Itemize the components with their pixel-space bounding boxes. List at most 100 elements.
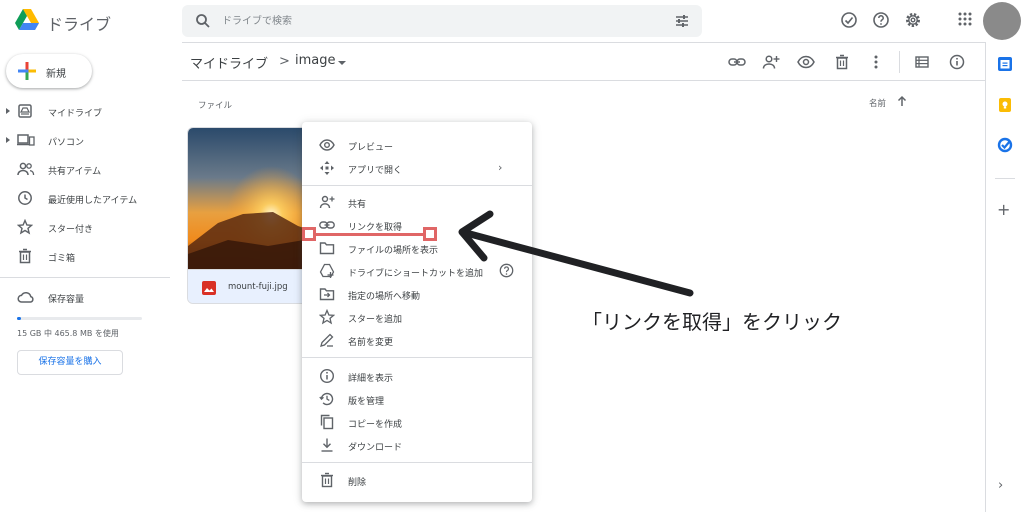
menu-item-add-shortcut[interactable]: ドライブにショートカットを追加 [302, 260, 532, 282]
shared-icon [17, 162, 35, 176]
menu-item-delete[interactable]: 削除 [302, 469, 532, 491]
sidebar-item-shared[interactable]: 共有アイテム [0, 159, 170, 179]
account-avatar[interactable] [983, 2, 1021, 40]
preview-icon[interactable] [797, 54, 815, 70]
offline-check-icon[interactable] [840, 11, 858, 29]
trash-icon [19, 248, 31, 264]
move-icon [319, 288, 335, 301]
buy-storage-button[interactable]: 保存容量を購入 [17, 350, 123, 375]
menu-item-label: ダウンロード [348, 443, 403, 453]
list-view-icon[interactable] [914, 54, 930, 70]
menu-item-preview[interactable]: プレビュー [302, 134, 532, 156]
sidebar-item-recent[interactable]: 最近使用したアイテム [0, 188, 170, 208]
breadcrumb-separator: > [279, 54, 290, 69]
menu-item-download[interactable]: ダウンロード [302, 434, 532, 456]
header-divider [182, 42, 985, 43]
menu-item-details[interactable]: 詳細を表示 [302, 365, 532, 387]
new-button-label: 新規 [46, 69, 66, 80]
share-icon[interactable] [762, 54, 780, 70]
open-with-icon [320, 161, 334, 175]
menu-item-label: 指定の場所へ移動 [348, 292, 421, 302]
apps-grid-icon[interactable] [957, 11, 973, 27]
chevron-down-icon[interactable] [338, 61, 346, 65]
add-shortcut-icon [319, 263, 335, 278]
menu-divider [302, 462, 532, 463]
help-icon[interactable] [499, 263, 514, 278]
info-icon[interactable] [948, 54, 966, 70]
menu-item-label: リンクを取得 [348, 223, 403, 233]
app-title: ドライブ [47, 15, 112, 34]
cloud-icon [17, 291, 34, 303]
sidebar-item-label: ゴミ箱 [48, 254, 76, 264]
menu-item-label: ドライブにショートカットを追加 [348, 269, 484, 279]
star-icon [319, 309, 335, 325]
highlight-underline [309, 233, 431, 236]
menu-item-label: 共有 [348, 200, 367, 210]
storage-progress-bar [17, 317, 142, 320]
menu-item-move[interactable]: 指定の場所へ移動 [302, 283, 532, 305]
search-icon[interactable] [195, 13, 211, 29]
sidebar-item-starred[interactable]: スター付き [0, 217, 170, 237]
plus-icon [18, 62, 36, 80]
sidebar-item-my-drive[interactable]: マイドライブ [0, 101, 170, 121]
expand-arrow-icon[interactable] [6, 108, 10, 114]
menu-item-label: アプリで開く [348, 166, 403, 176]
sidebar-item-label: スター付き [48, 225, 94, 235]
toolbar-divider [182, 80, 985, 81]
add-addon-icon[interactable]: + [997, 200, 1010, 219]
search-bar[interactable] [182, 5, 702, 37]
breadcrumb-root[interactable]: マイドライブ [190, 53, 268, 72]
image-file-icon [202, 281, 216, 295]
menu-item-share[interactable]: 共有 [302, 191, 532, 213]
search-input[interactable] [222, 5, 622, 37]
menu-item-rename[interactable]: 名前を変更 [302, 329, 532, 351]
star-icon [17, 219, 33, 235]
toolbar-separator [899, 51, 900, 73]
drive-logo[interactable] [14, 8, 40, 32]
sidebar-item-trash[interactable]: ゴミ箱 [0, 246, 170, 266]
menu-item-make-copy[interactable]: コピーを作成 [302, 411, 532, 433]
file-card[interactable]: mount-fuji.jpg [187, 127, 315, 304]
new-button[interactable]: 新規 [6, 54, 92, 88]
storage-progress-fill [17, 317, 21, 320]
menu-item-label: 版を管理 [348, 397, 385, 407]
help-icon[interactable] [872, 11, 890, 29]
menu-item-open-with[interactable]: アプリで開く › [302, 157, 532, 179]
sidebar-divider [0, 277, 170, 278]
sidebar-item-label: パソコン [48, 138, 85, 148]
breadcrumb-current[interactable]: image [295, 53, 336, 68]
sort-by-name[interactable]: 名前 [869, 97, 886, 109]
trash-icon[interactable] [834, 54, 850, 70]
right-rail-separator [995, 178, 1015, 179]
expand-arrow-icon[interactable] [6, 137, 10, 143]
sidebar-item-storage[interactable]: 保存容量 [0, 287, 170, 307]
folder-icon [319, 242, 335, 255]
menu-item-label: コピーを作成 [348, 420, 403, 430]
menu-item-manage-versions[interactable]: 版を管理 [302, 388, 532, 410]
tune-icon[interactable] [674, 13, 690, 29]
menu-item-label: プレビュー [348, 143, 394, 153]
highlight-handle-left [302, 227, 316, 241]
arrow-up-icon[interactable] [896, 95, 908, 107]
download-icon [321, 438, 333, 452]
more-icon[interactable] [868, 54, 884, 70]
keep-icon[interactable] [997, 97, 1013, 113]
link-icon[interactable] [728, 54, 746, 70]
rename-icon [320, 333, 334, 347]
context-menu: プレビュー アプリで開く › 共有 リンクを取得 ファイルの場所を表示 ドライブ… [302, 122, 532, 502]
tasks-icon[interactable] [997, 137, 1013, 153]
menu-item-label: 削除 [348, 478, 367, 488]
history-icon [319, 392, 334, 406]
menu-item-label: 名前を変更 [348, 338, 394, 348]
calendar-icon[interactable] [997, 56, 1013, 72]
sidebar-item-computers[interactable]: パソコン [0, 130, 170, 150]
eye-icon [319, 139, 335, 151]
file-name: mount-fuji.jpg [228, 282, 288, 292]
menu-item-add-star[interactable]: スターを追加 [302, 306, 532, 328]
expand-panel-icon[interactable]: › [998, 478, 1003, 493]
file-card-footer: mount-fuji.jpg [188, 269, 314, 303]
settings-icon[interactable] [904, 11, 922, 29]
copy-icon [320, 414, 334, 430]
recent-icon [18, 191, 32, 205]
menu-item-show-location[interactable]: ファイルの場所を表示 [302, 237, 532, 259]
